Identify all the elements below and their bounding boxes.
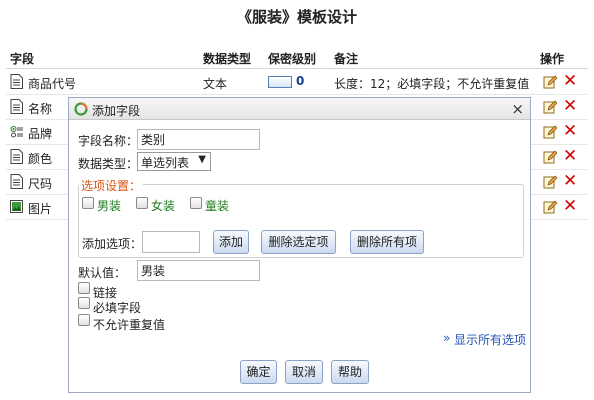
delete-icon[interactable]: ✕ bbox=[563, 171, 577, 191]
confirm-button[interactable]: 确定 bbox=[240, 360, 277, 384]
delete-icon[interactable]: ✕ bbox=[563, 121, 577, 141]
edit-icon[interactable] bbox=[543, 125, 557, 139]
document-icon bbox=[10, 74, 23, 89]
edit-icon[interactable] bbox=[543, 200, 557, 214]
unique-checkbox-label: 不允许重复值 bbox=[93, 318, 166, 332]
delete-selected-button[interactable]: 删除选定项 bbox=[261, 230, 336, 254]
help-button[interactable]: 帮助 bbox=[331, 360, 369, 384]
list-icon bbox=[10, 126, 23, 138]
required-checkbox[interactable] bbox=[78, 297, 90, 309]
secrecy-level-value: 0 bbox=[296, 74, 305, 88]
add-field-dialog: 添加字段 × 字段名称： 数据类型： 单选列表 ▼ 选项设置： 男装 女装 童装… bbox=[68, 97, 531, 393]
option-label: 女装 bbox=[151, 199, 176, 213]
chevron-down-icon: » bbox=[443, 331, 451, 345]
field-type: 文本 bbox=[203, 77, 228, 91]
show-all-options-link[interactable]: 显示所有选项 bbox=[454, 331, 526, 348]
dialog-title-bar[interactable]: 添加字段 × bbox=[69, 98, 530, 120]
header-field: 字段 bbox=[10, 52, 35, 66]
option-checkbox[interactable] bbox=[82, 197, 94, 209]
close-icon[interactable]: × bbox=[511, 100, 524, 118]
add-option-label: 添加选项： bbox=[82, 237, 143, 251]
option-label: 童装 bbox=[205, 199, 230, 213]
edit-icon[interactable] bbox=[543, 150, 557, 164]
field-name: 品牌 bbox=[28, 127, 53, 141]
field-name: 尺码 bbox=[28, 177, 53, 191]
data-type-selected: 单选列表 bbox=[141, 156, 190, 170]
delete-icon[interactable]: ✕ bbox=[563, 146, 577, 166]
option-checkbox[interactable] bbox=[190, 197, 202, 209]
dialog-title: 添加字段 bbox=[92, 104, 141, 118]
field-name-label: 字段名称： bbox=[78, 134, 139, 148]
data-type-label: 数据类型： bbox=[78, 157, 139, 171]
field-note: 长度：12；必填字段；不允许重复值 bbox=[334, 77, 530, 91]
cancel-button[interactable]: 取消 bbox=[285, 360, 323, 384]
delete-icon[interactable]: ✕ bbox=[563, 71, 577, 91]
delete-all-button[interactable]: 删除所有项 bbox=[350, 230, 424, 254]
field-name: 商品代号 bbox=[28, 77, 77, 91]
field-name: 颜色 bbox=[28, 152, 53, 166]
header-operations: 操作 bbox=[540, 52, 565, 66]
header-divider bbox=[6, 68, 588, 69]
field-name: 名称 bbox=[28, 102, 53, 116]
secrecy-level-bar bbox=[268, 76, 292, 88]
dropdown-arrow-icon: ▼ bbox=[198, 154, 206, 165]
table-row[interactable]: 商品代号 文本 0 长度：12；必填字段；不允许重复值 ✕ bbox=[6, 70, 588, 95]
edit-icon[interactable] bbox=[543, 100, 557, 114]
data-type-select[interactable]: 单选列表 ▼ bbox=[137, 152, 211, 171]
option-settings-legend: 选项设置： bbox=[79, 177, 144, 194]
app-logo-icon bbox=[74, 102, 88, 116]
delete-icon[interactable]: ✕ bbox=[563, 196, 577, 216]
default-value-label: 默认值： bbox=[78, 266, 127, 280]
header-note: 备注 bbox=[334, 52, 359, 66]
header-secrecy-level: 保密级别 bbox=[268, 52, 317, 66]
document-icon bbox=[10, 99, 23, 114]
edit-icon[interactable] bbox=[543, 75, 557, 89]
field-name-input[interactable] bbox=[137, 129, 260, 150]
delete-icon[interactable]: ✕ bbox=[563, 96, 577, 116]
document-icon bbox=[10, 174, 23, 189]
image-icon bbox=[10, 200, 23, 213]
default-value-input[interactable] bbox=[137, 260, 260, 281]
document-icon bbox=[10, 149, 23, 164]
unique-checkbox[interactable] bbox=[78, 314, 90, 326]
field-name: 图片 bbox=[28, 202, 53, 216]
option-checkbox[interactable] bbox=[136, 197, 148, 209]
option-label: 男装 bbox=[97, 199, 122, 213]
link-checkbox[interactable] bbox=[78, 282, 90, 294]
edit-icon[interactable] bbox=[543, 175, 557, 189]
add-option-input[interactable] bbox=[142, 231, 200, 253]
page-title: 《服装》模板设计 bbox=[236, 8, 357, 26]
add-option-button[interactable]: 添加 bbox=[213, 230, 249, 254]
header-data-type: 数据类型 bbox=[203, 52, 252, 66]
required-checkbox-label: 必填字段 bbox=[93, 301, 142, 315]
